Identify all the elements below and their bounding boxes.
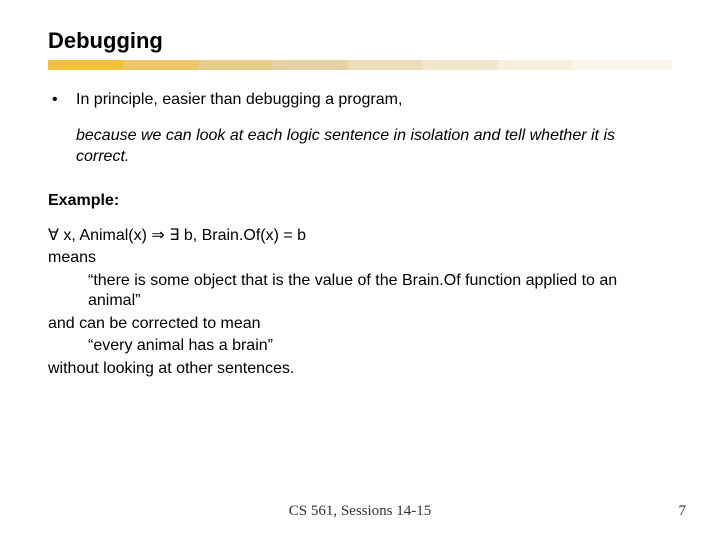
slide-title: Debugging [48,28,672,54]
bullet-text: In principle, easier than debugging a pr… [76,90,402,110]
slide-body: • In principle, easier than debugging a … [48,90,672,379]
bullet-icon: • [52,90,66,110]
reason-text: because we can look at each logic senten… [48,126,672,167]
slide: Debugging • In principle, easier than de… [0,0,720,540]
example-label: Example: [48,191,672,211]
corrected-label: and can be corrected to mean [48,314,672,334]
page-number: 7 [679,503,687,520]
title-underline [48,60,672,70]
without-line: without looking at other sentences. [48,359,672,379]
logic-formula: ∀ x, Animal(x) ⇒ ∃ b, Brain.Of(x) = b [48,226,672,246]
quote-1: “there is some object that is the value … [48,271,672,312]
footer-text: CS 561, Sessions 14-15 [0,503,720,520]
bullet-item: • In principle, easier than debugging a … [48,90,672,110]
quote-2: “every animal has a brain” [48,336,672,356]
means-label: means [48,248,672,268]
